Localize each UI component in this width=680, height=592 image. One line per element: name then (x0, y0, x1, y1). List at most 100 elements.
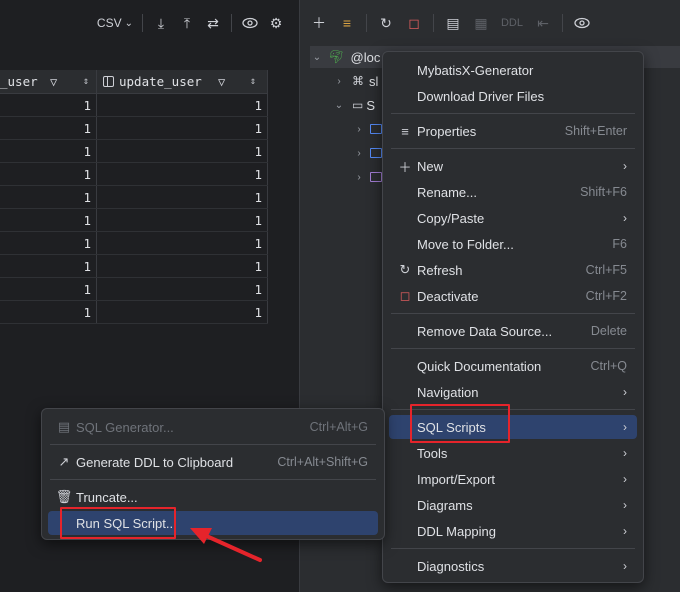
table-cell[interactable]: 1 (97, 209, 268, 231)
table-cell[interactable]: 1 (0, 209, 97, 231)
add-icon[interactable]: ＋ (306, 10, 332, 36)
table-cell[interactable]: 1 (0, 301, 97, 323)
filter-icon[interactable]: ▽ (50, 75, 57, 89)
table-row[interactable]: 11 (0, 117, 268, 140)
menu-item-truncate[interactable]: 🗑︎ Truncate... (48, 485, 378, 509)
refresh-icon[interactable]: ↻ (373, 10, 399, 36)
grid-header-row: _user ▽ ⇕ update_user ▽ ⇕ (0, 70, 268, 94)
tree-node-folder[interactable]: › (352, 142, 382, 164)
refresh-icon: ↻ (399, 262, 411, 277)
menu-item-sql-scripts[interactable]: SQL Scripts › (389, 415, 637, 439)
grid-body: 11111111111111111111 (0, 94, 268, 324)
chevron-right-icon: › (623, 211, 627, 225)
table-row[interactable]: 11 (0, 232, 268, 255)
menu-item-mybatisx-generator[interactable]: MybatisX-Generator (389, 58, 637, 82)
ddl-button[interactable]: DDL (496, 10, 528, 36)
table-cell[interactable]: 1 (97, 232, 268, 254)
table-cell[interactable]: 1 (0, 232, 97, 254)
menu-item-label: SQL Generator... (76, 419, 174, 435)
view-eye-icon[interactable] (237, 10, 263, 36)
folder-icon: ▭ (352, 98, 364, 112)
menu-item-properties[interactable]: ≡ Properties Shift+Enter (389, 119, 637, 143)
table-row[interactable]: 11 (0, 163, 268, 186)
download-icon[interactable]: ⤓ (148, 10, 174, 36)
column-header-create-user[interactable]: _user ▽ ⇕ (0, 70, 97, 93)
tree-node-folder[interactable]: › (352, 166, 382, 188)
deactivate-icon[interactable]: ◻ (401, 10, 427, 36)
compare-icon[interactable]: ⇄ (200, 10, 226, 36)
table-cell[interactable]: 1 (97, 140, 268, 162)
upload-icon[interactable]: ⤒ (174, 10, 200, 36)
jump-icon[interactable]: ⇤ (530, 10, 556, 36)
column-header-update-user[interactable]: update_user ▽ ⇕ (97, 70, 268, 93)
menu-item-new[interactable]: ＋ New › (389, 154, 637, 178)
menu-item-tools[interactable]: Tools › (389, 441, 637, 465)
chevron-right-icon: › (623, 446, 627, 460)
menu-item-move-to-folder[interactable]: Move to Folder... F6 (389, 232, 637, 256)
settings-gear-icon[interactable]: ⚙ (263, 10, 289, 36)
toolbar-separator (142, 14, 143, 32)
query-console-icon[interactable]: ▤ (440, 10, 466, 36)
view-eye-icon[interactable] (569, 10, 595, 36)
table-cell[interactable]: 1 (97, 301, 268, 323)
menu-separator (391, 348, 635, 349)
sort-icon[interactable]: ⇕ (250, 76, 256, 87)
table-cell[interactable]: 1 (0, 255, 97, 277)
table-cell[interactable]: 1 (97, 255, 268, 277)
chevron-right-icon: › (357, 123, 361, 135)
table-row[interactable]: 11 (0, 301, 268, 324)
table-cell[interactable]: 1 (0, 163, 97, 185)
menu-item-diagnostics[interactable]: Diagnostics › (389, 554, 637, 578)
menu-item-import-export[interactable]: Import/Export › (389, 467, 637, 491)
tree-node-label: sl (369, 73, 379, 89)
data-source-properties-icon[interactable]: ≡ (334, 10, 360, 36)
table-cell[interactable]: 1 (0, 140, 97, 162)
table-cell[interactable]: 1 (97, 94, 268, 116)
plus-icon: ＋ (398, 159, 412, 175)
chevron-right-icon: › (623, 498, 627, 512)
table-cell[interactable]: 1 (97, 186, 268, 208)
table-cell[interactable]: 1 (0, 117, 97, 139)
menu-item-shortcut: Ctrl+F2 (585, 289, 627, 303)
filter-icon[interactable]: ▽ (218, 75, 225, 89)
table-row[interactable]: 11 (0, 94, 268, 117)
table-cell[interactable]: 1 (97, 117, 268, 139)
menu-item-ddl-mapping[interactable]: DDL Mapping › (389, 519, 637, 543)
menu-item-deactivate[interactable]: ◻ Deactivate Ctrl+F2 (389, 284, 637, 308)
column-header-label: _user (0, 74, 38, 89)
menu-item-copy-paste[interactable]: Copy/Paste › (389, 206, 637, 230)
tree-node-folder[interactable]: › (352, 118, 382, 140)
menu-item-label: Remove Data Source... (417, 323, 553, 339)
folder-icon (370, 172, 382, 182)
table-row[interactable]: 11 (0, 255, 268, 278)
table-row[interactable]: 11 (0, 278, 268, 301)
table-cell[interactable]: 1 (0, 94, 97, 116)
menu-item-download-driver-files[interactable]: Download Driver Files (389, 84, 637, 108)
export-format-dropdown[interactable]: CSV ⌄ (93, 10, 137, 36)
export-format-label: CSV (96, 16, 122, 30)
menu-item-label: MybatisX-Generator (417, 62, 534, 78)
chevron-right-icon: › (357, 147, 361, 159)
menu-item-rename[interactable]: Rename... Shift+F6 (389, 180, 637, 204)
sort-icon[interactable]: ⇕ (83, 76, 89, 87)
menu-item-generate-ddl-to-clipboard[interactable]: ↗ Generate DDL to Clipboard Ctrl+Alt+Shi… (48, 450, 378, 474)
menu-item-quick-documentation[interactable]: Quick Documentation Ctrl+Q (389, 354, 637, 378)
table-row[interactable]: 11 (0, 209, 268, 232)
menu-item-refresh[interactable]: ↻ Refresh Ctrl+F5 (389, 258, 637, 282)
tree-node-schema[interactable]: › ⌘ sl (332, 70, 378, 92)
tree-node-server-objects[interactable]: ⌄ ▭ S (332, 94, 375, 116)
table-icon[interactable]: ▦ (468, 10, 494, 36)
menu-item-shortcut: Shift+Enter (564, 124, 627, 138)
menu-item-remove-data-source[interactable]: Remove Data Source... Delete (389, 319, 637, 343)
table-cell[interactable]: 1 (97, 278, 268, 300)
menu-item-diagrams[interactable]: Diagrams › (389, 493, 637, 517)
menu-separator (391, 409, 635, 410)
menu-item-label: Quick Documentation (417, 358, 542, 374)
table-cell[interactable]: 1 (97, 163, 268, 185)
table-cell[interactable]: 1 (0, 278, 97, 300)
menu-item-navigation[interactable]: Navigation › (389, 380, 637, 404)
table-row[interactable]: 11 (0, 140, 268, 163)
chevron-right-icon: › (623, 524, 627, 538)
table-cell[interactable]: 1 (0, 186, 97, 208)
table-row[interactable]: 11 (0, 186, 268, 209)
